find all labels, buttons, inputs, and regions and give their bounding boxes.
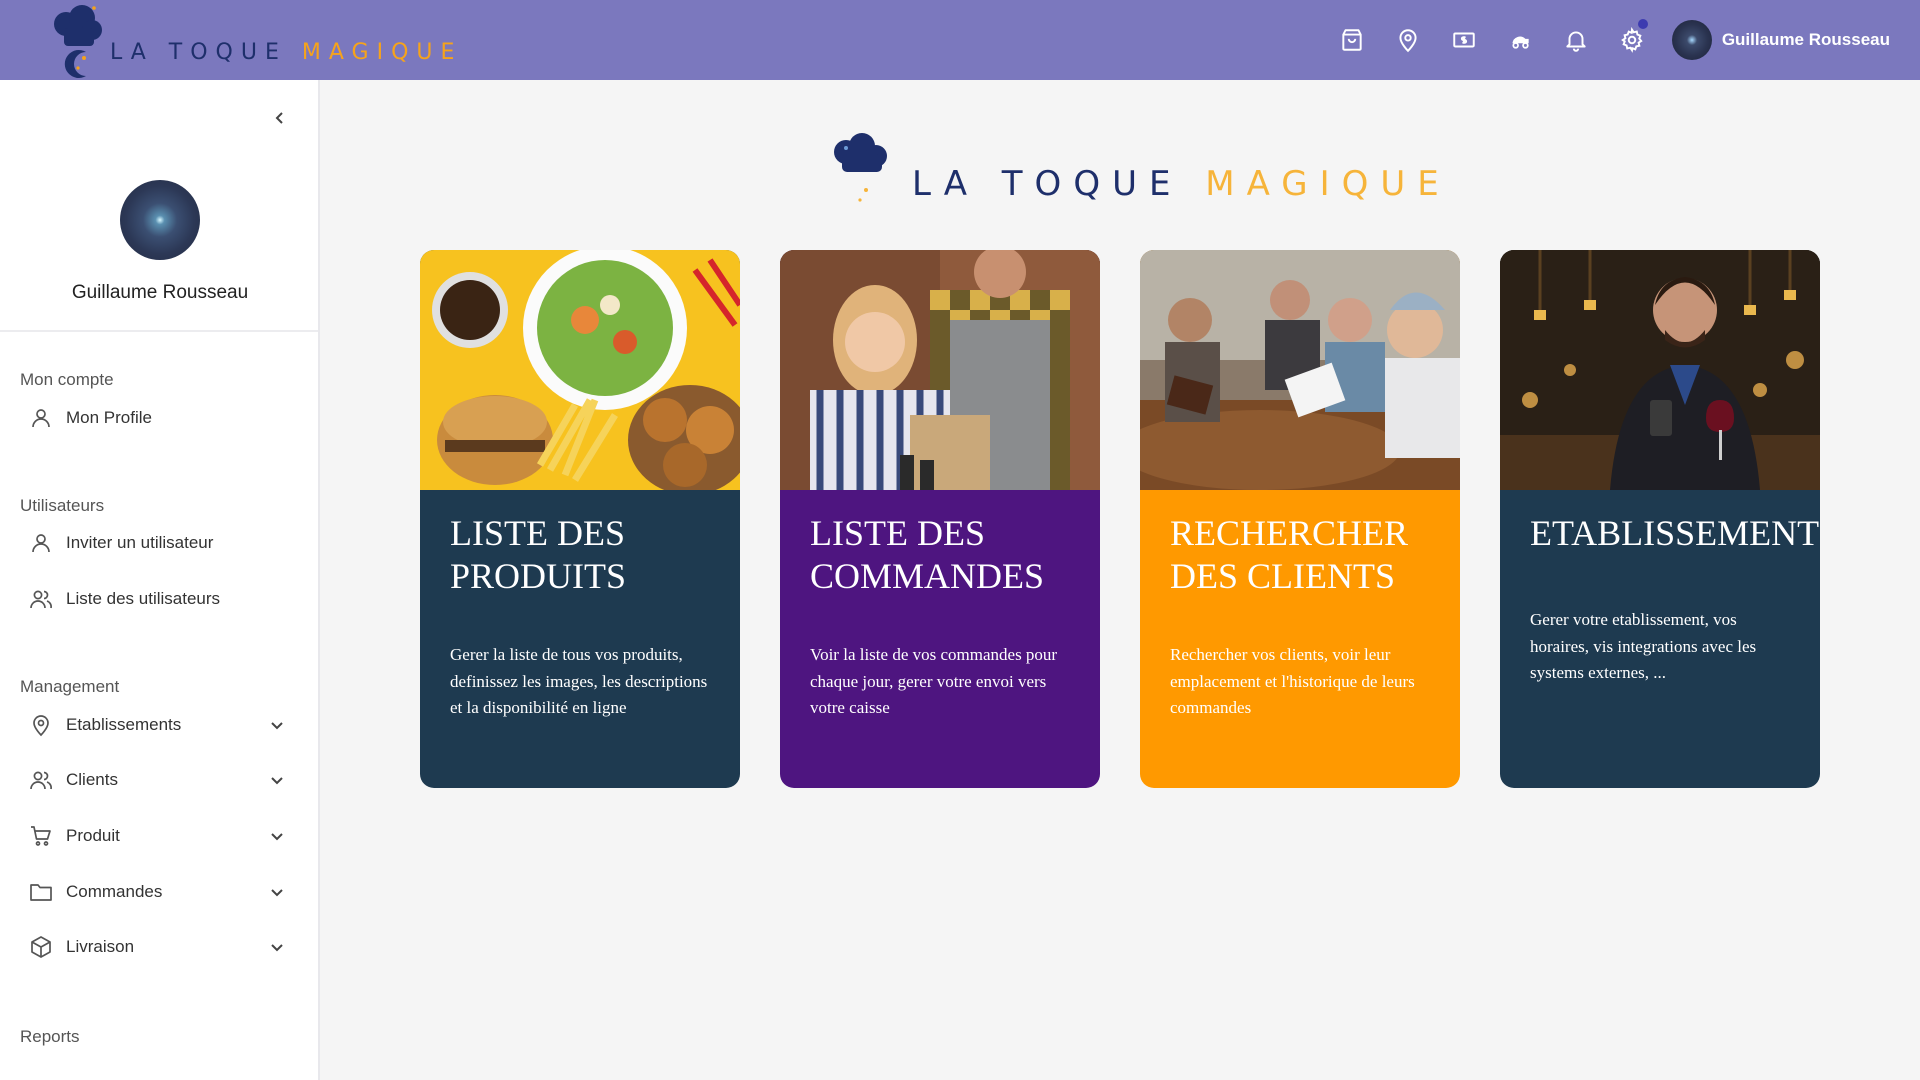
location-pin-icon [28,712,54,738]
delivery-scooter-icon[interactable] [1492,0,1548,80]
sidebar-item-label: Liste des utilisateurs [66,589,221,608]
sidebar: Guillaume Rousseau Mon compte Mon Profil… [0,80,320,1080]
chef-hat-logo-icon [54,5,102,78]
chevron-down-icon[interactable] [266,881,288,903]
sidebar-item-clients[interactable]: Clients [20,758,290,802]
brand-logo[interactable]: LA TOQUE MAGIQUE [48,0,462,80]
profile-name: Guillaume Rousseau [71,282,249,303]
card-image-customers [1140,250,1460,490]
divider [0,330,318,332]
card-description: Rechercher vos clients, voir leur emplac… [1170,645,1415,717]
shopping-cart-icon [28,823,54,849]
bell-icon[interactable] [1548,0,1604,80]
sidebar-item-mon-profile[interactable]: Mon Profile [20,396,290,440]
user-name: Guillaume Rousseau [1721,30,1890,49]
card-title: ETABLISSEMENT [1530,513,1820,553]
notification-dot [1637,19,1648,29]
gear-icon[interactable] [1604,0,1660,80]
sidebar-item-livraison[interactable]: Livraison [20,925,290,969]
section-reports: Reports [20,1027,80,1046]
cash-icon[interactable] [1436,0,1492,80]
user-icon [28,405,54,431]
card-title: LISTE DES PRODUITS [450,513,627,596]
section-utilisateurs: Utilisateurs [20,496,105,515]
brand-word-1: LA TOQUE [110,39,287,65]
sidebar-item-liste-utilisateurs[interactable]: Liste des utilisateurs [20,577,290,621]
card-commandes[interactable]: LISTE DES COMMANDES Voir la liste de vos… [780,250,1100,788]
chevron-down-icon[interactable] [266,714,288,736]
sidebar-item-etablissements[interactable]: Etablissements [20,703,290,747]
card-clients[interactable]: RECHERCHER DES CLIENTS Rechercher vos cl… [1140,250,1460,788]
card-image-food [420,250,740,490]
sidebar-item-inviter[interactable]: Inviter un utilisateur [20,521,290,565]
card-description: Gerer la liste de tous vos produits, def… [450,645,708,717]
top-bar: LA TOQUE MAGIQUE Guillaume Rousseau [0,0,1920,80]
users-icon [28,586,54,612]
brand-word-2: MAGIQUE [301,39,463,65]
sidebar-profile: Guillaume Rousseau [0,180,320,304]
chevron-down-icon[interactable] [266,825,288,847]
sidebar-item-label: Etablissements [66,715,182,734]
sidebar-item-label: Inviter un utilisateur [66,533,214,552]
package-icon [28,934,54,960]
section-management: Management [20,677,120,696]
card-etablissement[interactable]: ETABLISSEMENT Gerer votre etablissement,… [1500,250,1820,788]
sidebar-item-produit[interactable]: Produit [20,814,290,858]
chevron-down-icon[interactable] [266,769,288,791]
chevron-left-icon [275,112,283,124]
user-icon [28,530,54,556]
user-menu[interactable]: Guillaume Rousseau [1671,20,1890,60]
card-image-restaurant-order [780,250,1100,490]
section-mon-compte: Mon compte [20,370,114,389]
chevron-down-icon[interactable] [266,936,288,958]
shopping-bag-icon[interactable] [1324,0,1380,80]
sidebar-item-label: Produit [66,826,120,845]
card-description: Gerer votre etablissement, vos horaires,… [1530,610,1757,682]
sidebar-item-commandes[interactable]: Commandes [20,870,290,914]
sidebar-item-label: Mon Profile [66,408,152,427]
folder-icon [28,879,54,905]
brand-word-1: LA TOQUE [912,164,1183,204]
users-icon [28,767,54,793]
sidebar-item-label: Commandes [66,882,163,901]
card-title: LISTE DES COMMANDES [810,513,1045,596]
main-logo: LA TOQUE MAGIQUE [830,132,1451,212]
avatar [1671,20,1712,60]
sidebar-item-label: Livraison [66,937,135,956]
card-description: Voir la liste de vos commandes pour chaq… [810,645,1058,717]
sidebar-item-label: Clients [66,770,118,789]
avatar[interactable] [120,180,200,260]
location-pin-icon[interactable] [1380,0,1436,80]
chef-hat-logo-icon [834,133,887,210]
card-produits[interactable]: LISTE DES PRODUITS Gerer la liste de tou… [420,250,740,788]
card-title: RECHERCHER DES CLIENTS [1170,513,1409,596]
brand-word-2: MAGIQUE [1205,164,1451,204]
collapse-sidebar-button[interactable] [268,106,292,130]
card-image-restaurant-owner [1500,250,1820,490]
